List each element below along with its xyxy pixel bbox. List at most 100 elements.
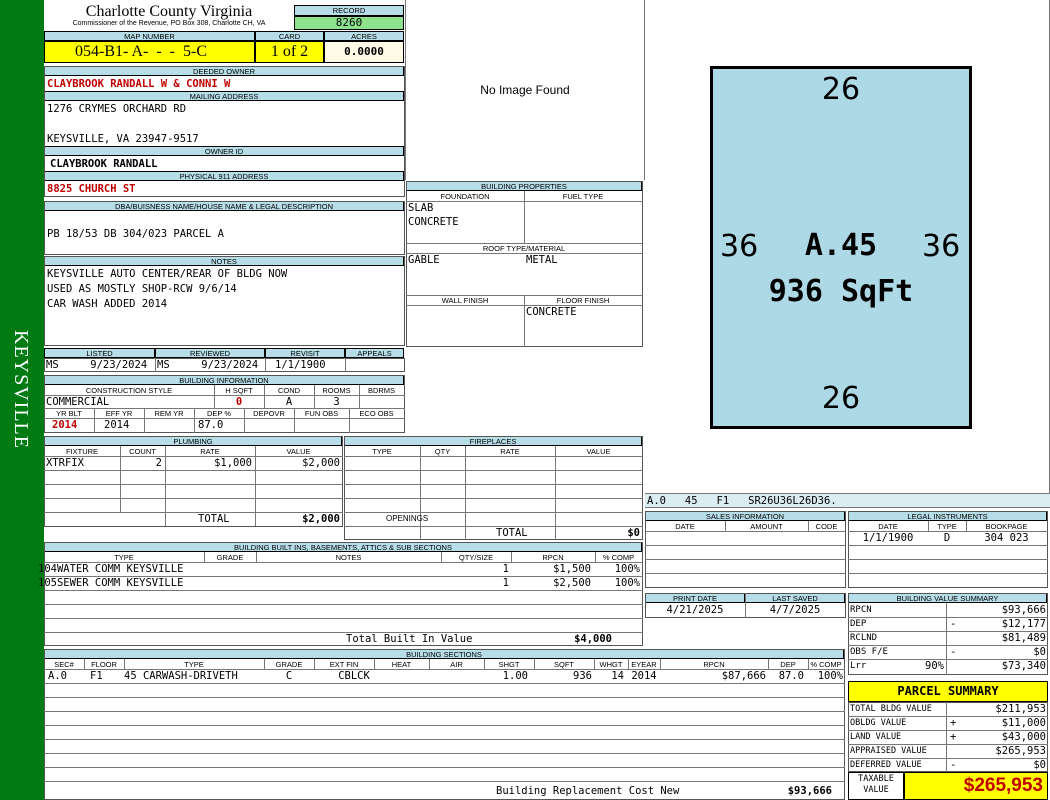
sales-col: DATE <box>675 522 695 531</box>
section-dep: 87.0 <box>778 670 804 682</box>
plumbing-col: VALUE <box>286 447 311 456</box>
fireplace-total: $0 <box>627 527 640 539</box>
effyr-label: EFF YR <box>105 409 133 418</box>
roof-label: ROOF TYPE/MATERIAL <box>482 244 566 253</box>
legal-col: TYPE <box>937 522 957 531</box>
taxable-label: TAXABLE <box>858 774 894 784</box>
hsqft-label: H SQFT <box>225 386 253 395</box>
plumbing-col: FIXTURE <box>65 447 99 456</box>
dep-label: DEP % <box>206 409 232 418</box>
sections-total-label: Building Replacement Cost New <box>496 785 680 797</box>
builtin-qty: 1 <box>502 563 509 575</box>
summary-value: $11,000 <box>1001 717 1046 729</box>
legal-bookpage: 304 023 <box>984 532 1029 544</box>
sketch-area-label: 936 SqFt <box>768 274 914 309</box>
summary-label: APPRAISED VALUE <box>850 746 927 756</box>
section-grade: C <box>285 670 293 682</box>
last-saved: 4/7/2025 <box>769 604 821 616</box>
builtins-col: % COMP <box>602 553 635 562</box>
print-date: 4/21/2025 <box>666 604 724 616</box>
reviewed-label: REVIEWED <box>155 348 265 358</box>
legal-col: DATE <box>878 522 898 531</box>
taxable-value: $265,953 <box>904 772 1048 800</box>
listed-value: MS 9/23/2024 <box>46 359 148 371</box>
reviewed-value: MS 9/23/2024 <box>157 359 259 371</box>
summary-value: $211,953 <box>995 703 1046 715</box>
builtins-col: QTY/SIZE <box>458 553 494 562</box>
owner-box <box>44 66 405 197</box>
record-value: 8260 <box>294 16 404 30</box>
section-type: 45 CARWASH-DRIVETH <box>124 670 238 682</box>
sales-col: AMOUNT <box>750 522 783 531</box>
fireplace-col: TYPE <box>372 447 392 456</box>
cond-value: A <box>285 396 293 408</box>
builtin-qty: 1 <box>502 577 509 589</box>
builtin-rpcn: $1,500 <box>553 563 591 575</box>
section-col: TYPE <box>184 660 204 669</box>
roof-material: METAL <box>526 254 558 266</box>
plumbing-rate: $1,000 <box>214 457 252 469</box>
section-col: AIR <box>450 660 463 669</box>
legal-date: 1/1/1900 <box>862 532 914 544</box>
section-col: SHGT <box>498 660 520 669</box>
section-col: WHGT <box>599 660 623 669</box>
fireplace-total-label: TOTAL <box>496 527 528 539</box>
fuel-label: FUEL TYPE <box>562 192 604 201</box>
vs-value: $12,177 <box>1001 618 1046 630</box>
revisit-value: 1/1/1900 <box>275 359 326 371</box>
vs-label: RCLND <box>850 633 878 643</box>
section-col: EYEAR <box>631 660 657 669</box>
plumbing-fixture: XTRFIX <box>46 457 84 469</box>
note-line: KEYSVILLE AUTO CENTER/REAR OF BLDG NOW <box>47 268 288 280</box>
vs-pct: 90% <box>925 660 944 672</box>
vs-value: $93,666 <box>1001 604 1046 616</box>
floor-label: FLOOR FINISH <box>556 296 610 305</box>
parcel-summary-title: PARCEL SUMMARY <box>848 681 1048 702</box>
section-shgt: 1.00 <box>502 670 528 682</box>
note-line: USED AS MOSTLY SHOP-RCW 9/6/14 <box>47 283 237 295</box>
builtin-type: 104WATER COMM KEYSVILLE <box>38 563 184 575</box>
rooms-label: ROOMS <box>322 386 351 395</box>
summary-label: DEFERRED VALUE <box>850 760 922 770</box>
office-subtitle: Commissioner of the Revenue, PO Box 308,… <box>72 20 266 27</box>
section-floor: F1 <box>90 670 103 682</box>
foundation-label: FOUNDATION <box>440 192 490 201</box>
map-label: MAP NUMBER <box>44 31 255 41</box>
builtin-type: 105SEWER COMM KEYSVILLE <box>38 577 184 589</box>
builtins-col: GRADE <box>216 553 244 562</box>
sketch-dim-top: 26 <box>821 72 861 107</box>
funobs-label: FUN OBS <box>304 409 339 418</box>
sketch-code: A.0 45 F1 SR26U36L26D36. <box>645 493 1050 508</box>
cs-label: CONSTRUCTION STYLE <box>85 386 173 395</box>
summary-value: $43,000 <box>1001 731 1046 743</box>
vs-label: OBS F/E <box>850 647 888 657</box>
remyr-label: REM YR <box>154 409 184 418</box>
depovr-label: DEPOVR <box>253 409 285 418</box>
bdrms-label: BDRMS <box>367 386 396 395</box>
summary-value: $265,953 <box>995 745 1046 757</box>
acres-label: ACRES <box>324 31 404 41</box>
cond-label: COND <box>277 386 301 395</box>
builtin-comp: 100% <box>614 577 640 589</box>
effyr-value: 2014 <box>104 419 130 431</box>
sections-total: $93,666 <box>787 785 832 797</box>
dba-text: PB 18/53 DB 304/023 PARCEL A <box>47 228 225 240</box>
section-col: HEAT <box>391 660 412 669</box>
section-sec: A.0 <box>48 670 67 682</box>
record-label: RECORD <box>294 5 404 16</box>
no-image-text: No Image Found <box>480 83 570 97</box>
vs-value: $81,489 <box>1001 632 1046 644</box>
listed-label: LISTED <box>44 348 155 358</box>
acres-value: 0.0000 <box>324 41 404 63</box>
builtins-col: NOTES <box>335 553 362 562</box>
yrblt-label: YR BLT <box>56 409 82 418</box>
builtin-rpcn: $2,500 <box>553 577 591 589</box>
vs-label: Lrr <box>850 661 867 671</box>
vs-label: RPCN <box>850 605 872 615</box>
section-whgt: 14 <box>611 670 624 682</box>
section-col: DEP <box>780 660 796 669</box>
summary-label: LAND VALUE <box>850 732 902 742</box>
hsqft-value: 0 <box>235 396 243 408</box>
plumbing-count: 2 <box>155 457 162 469</box>
legal-col: BOOKPAGE <box>985 522 1028 531</box>
